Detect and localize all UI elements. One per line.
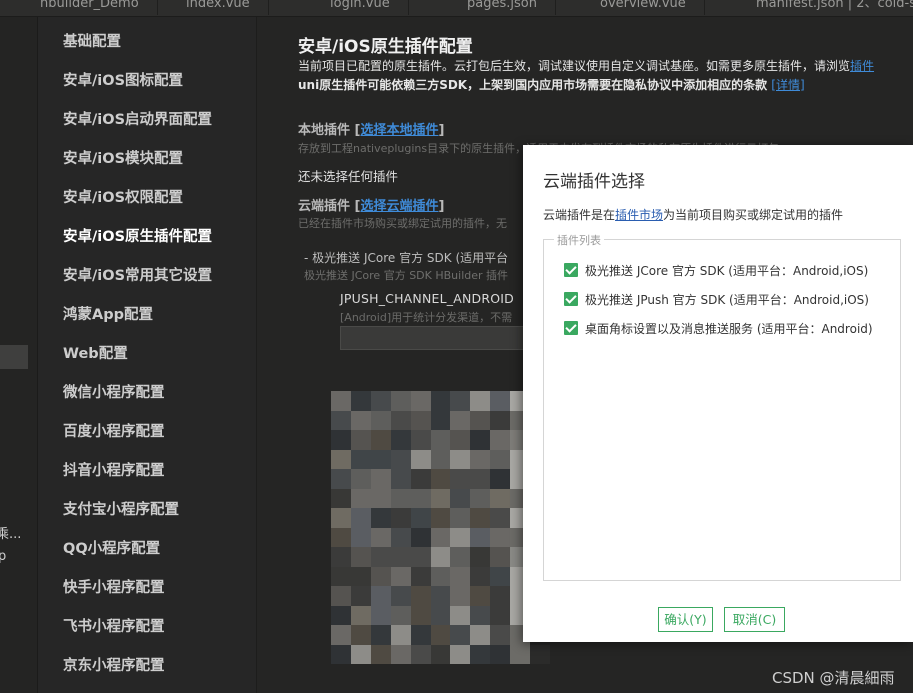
param-hint-jpush-channel: [Android]用于统计分发渠道，不需 bbox=[340, 311, 513, 324]
nav-item-modules[interactable]: 安卓/iOS模块配置 bbox=[63, 147, 183, 168]
nav-item-qq[interactable]: QQ小程序配置 bbox=[63, 537, 160, 558]
nav-item-other-settings[interactable]: 安卓/iOS常用其它设置 bbox=[63, 264, 212, 285]
nav-item-native-plugins[interactable]: 安卓/iOS原生插件配置 bbox=[63, 225, 212, 246]
privacy-note: uni原生插件可能依赖三方SDK，上架到国内应用市场需要在隐私协议中添加相应的条… bbox=[298, 76, 805, 93]
nav-item-feishu[interactable]: 飞书小程序配置 bbox=[63, 615, 165, 636]
nav-item-harmony[interactable]: 鸿蒙App配置 bbox=[63, 303, 153, 324]
tab-login-vue[interactable]: login.vue bbox=[312, 0, 409, 15]
plugin-market-link[interactable]: 插件 bbox=[850, 59, 874, 73]
tab-hbuilder-demo[interactable]: hbuilder_Demo bbox=[22, 0, 158, 15]
nav-item-douyin[interactable]: 抖音小程序配置 bbox=[63, 459, 165, 480]
page-title: 安卓/iOS原生插件配置 bbox=[298, 37, 473, 57]
plugin-option-jpush[interactable]: 极光推送 JPush 官方 SDK (适用平台：Android,iOS) bbox=[564, 291, 869, 307]
plugin-list-group: 插件列表 极光推送 JCore 官方 SDK (适用平台：Android,iOS… bbox=[543, 232, 901, 581]
explorer-selected-row[interactable] bbox=[0, 345, 28, 369]
tab-overview-vue[interactable]: overview.vue bbox=[582, 0, 705, 15]
explorer-text-2: p bbox=[0, 549, 6, 564]
plugin-option-label: 极光推送 JPush 官方 SDK (适用平台：Android,iOS) bbox=[585, 292, 869, 307]
page-description: 当前项目已配置的原生插件。云打包后生效，调试建议使用自定义调试基座。如需更多原生… bbox=[298, 57, 874, 74]
cloud-plugin-hint: 已经在插件市场购买或绑定试用的插件，无 bbox=[298, 217, 507, 230]
privacy-note-text: uni原生插件可能依赖三方SDK，上架到国内应用市场需要在隐私协议中添加相应的条… bbox=[298, 78, 768, 92]
param-name-jpush-channel: JPUSH_CHANNEL_ANDROID bbox=[340, 291, 515, 306]
dialog-desc-prefix: 云端插件是在 bbox=[543, 208, 616, 222]
nav-item-app-icon[interactable]: 安卓/iOS图标配置 bbox=[63, 69, 183, 90]
checkbox-checked-icon[interactable] bbox=[564, 292, 578, 306]
plugin-entry-jcore-desc: 极光推送 JCore 官方 SDK HBuilder 插件 bbox=[304, 269, 509, 282]
nav-item-web[interactable]: Web配置 bbox=[63, 342, 128, 363]
confirm-button[interactable]: 确认(Y) bbox=[658, 607, 713, 632]
select-cloud-plugin-link[interactable]: 选择云端插件 bbox=[361, 199, 439, 214]
plugin-entry-jcore: - 极光推送 JCore 官方 SDK (适用平台 bbox=[304, 251, 509, 265]
cloud-plugin-dialog: 云端插件选择 云端插件是在插件市场为当前项目购买或绑定试用的插件 插件列表 极光… bbox=[523, 145, 913, 642]
nav-item-permissions[interactable]: 安卓/iOS权限配置 bbox=[63, 186, 183, 207]
page-description-text: 当前项目已配置的原生插件。云打包后生效，调试建议使用自定义调试基座。如需更多原生… bbox=[298, 59, 851, 73]
dialog-title: 云端插件选择 bbox=[543, 172, 645, 192]
plugin-option-label: 桌面角标设置以及消息推送服务 (适用平台：Android) bbox=[585, 321, 873, 336]
plugin-option-jcore[interactable]: 极光推送 JCore 官方 SDK (适用平台：Android,iOS) bbox=[564, 262, 868, 278]
explorer-edge: 乘... p bbox=[0, 17, 38, 693]
nav-item-alipay[interactable]: 支付宝小程序配置 bbox=[63, 498, 179, 519]
nav-item-jd[interactable]: 京东小程序配置 bbox=[63, 654, 165, 675]
nav-item-kuaishou[interactable]: 快手小程序配置 bbox=[63, 576, 165, 597]
nav-item-splash[interactable]: 安卓/iOS启动界面配置 bbox=[63, 108, 212, 129]
checkbox-checked-icon[interactable] bbox=[564, 263, 578, 277]
bracket-close: ] bbox=[438, 123, 445, 138]
cloud-plugin-title: 云端插件 [选择云端插件] bbox=[298, 195, 444, 214]
nav-item-basic[interactable]: 基础配置 bbox=[63, 30, 121, 51]
settings-nav: 基础配置 安卓/iOS图标配置 安卓/iOS启动界面配置 安卓/iOS模块配置 … bbox=[38, 17, 257, 693]
redacted-mosaic bbox=[331, 391, 550, 664]
plugin-option-badge-push[interactable]: 桌面角标设置以及消息推送服务 (适用平台：Android) bbox=[564, 320, 873, 336]
cloud-plugin-label: 云端插件 bbox=[298, 199, 351, 214]
checkbox-checked-icon[interactable] bbox=[564, 321, 578, 335]
no-plugin-selected: 还未选择任何插件 bbox=[298, 169, 399, 184]
dialog-market-link[interactable]: 插件市场 bbox=[615, 208, 663, 222]
select-local-plugin-link[interactable]: 选择本地插件 bbox=[361, 123, 439, 138]
plugin-option-label: 极光推送 JCore 官方 SDK (适用平台：Android,iOS) bbox=[585, 263, 869, 278]
plugin-list-legend: 插件列表 bbox=[554, 232, 604, 248]
local-plugin-label: 本地插件 bbox=[298, 123, 351, 138]
details-link[interactable]: [详情] bbox=[771, 78, 804, 92]
tab-manifest-json[interactable]: manifest.json | 2、cold-sto... bbox=[738, 0, 913, 15]
local-plugin-title: 本地插件 [选择本地插件] bbox=[298, 119, 444, 138]
watermark: CSDN @清晨細雨 bbox=[772, 669, 895, 687]
explorer-text-1: 乘... bbox=[0, 527, 22, 542]
editor-tab-bar: hbuilder_Demo index.vue login.vue pages.… bbox=[0, 0, 913, 17]
nav-item-baidu[interactable]: 百度小程序配置 bbox=[63, 420, 165, 441]
nav-item-weixin[interactable]: 微信小程序配置 bbox=[63, 381, 165, 402]
tab-index-vue[interactable]: index.vue bbox=[168, 0, 269, 15]
cancel-button[interactable]: 取消(C) bbox=[724, 607, 785, 632]
dialog-desc-suffix: 为当前项目购买或绑定试用的插件 bbox=[663, 208, 844, 222]
tab-pages-json[interactable]: pages.json bbox=[449, 0, 556, 15]
dialog-description: 云端插件是在插件市场为当前项目购买或绑定试用的插件 bbox=[543, 206, 843, 223]
bracket-close: ] bbox=[438, 199, 445, 214]
